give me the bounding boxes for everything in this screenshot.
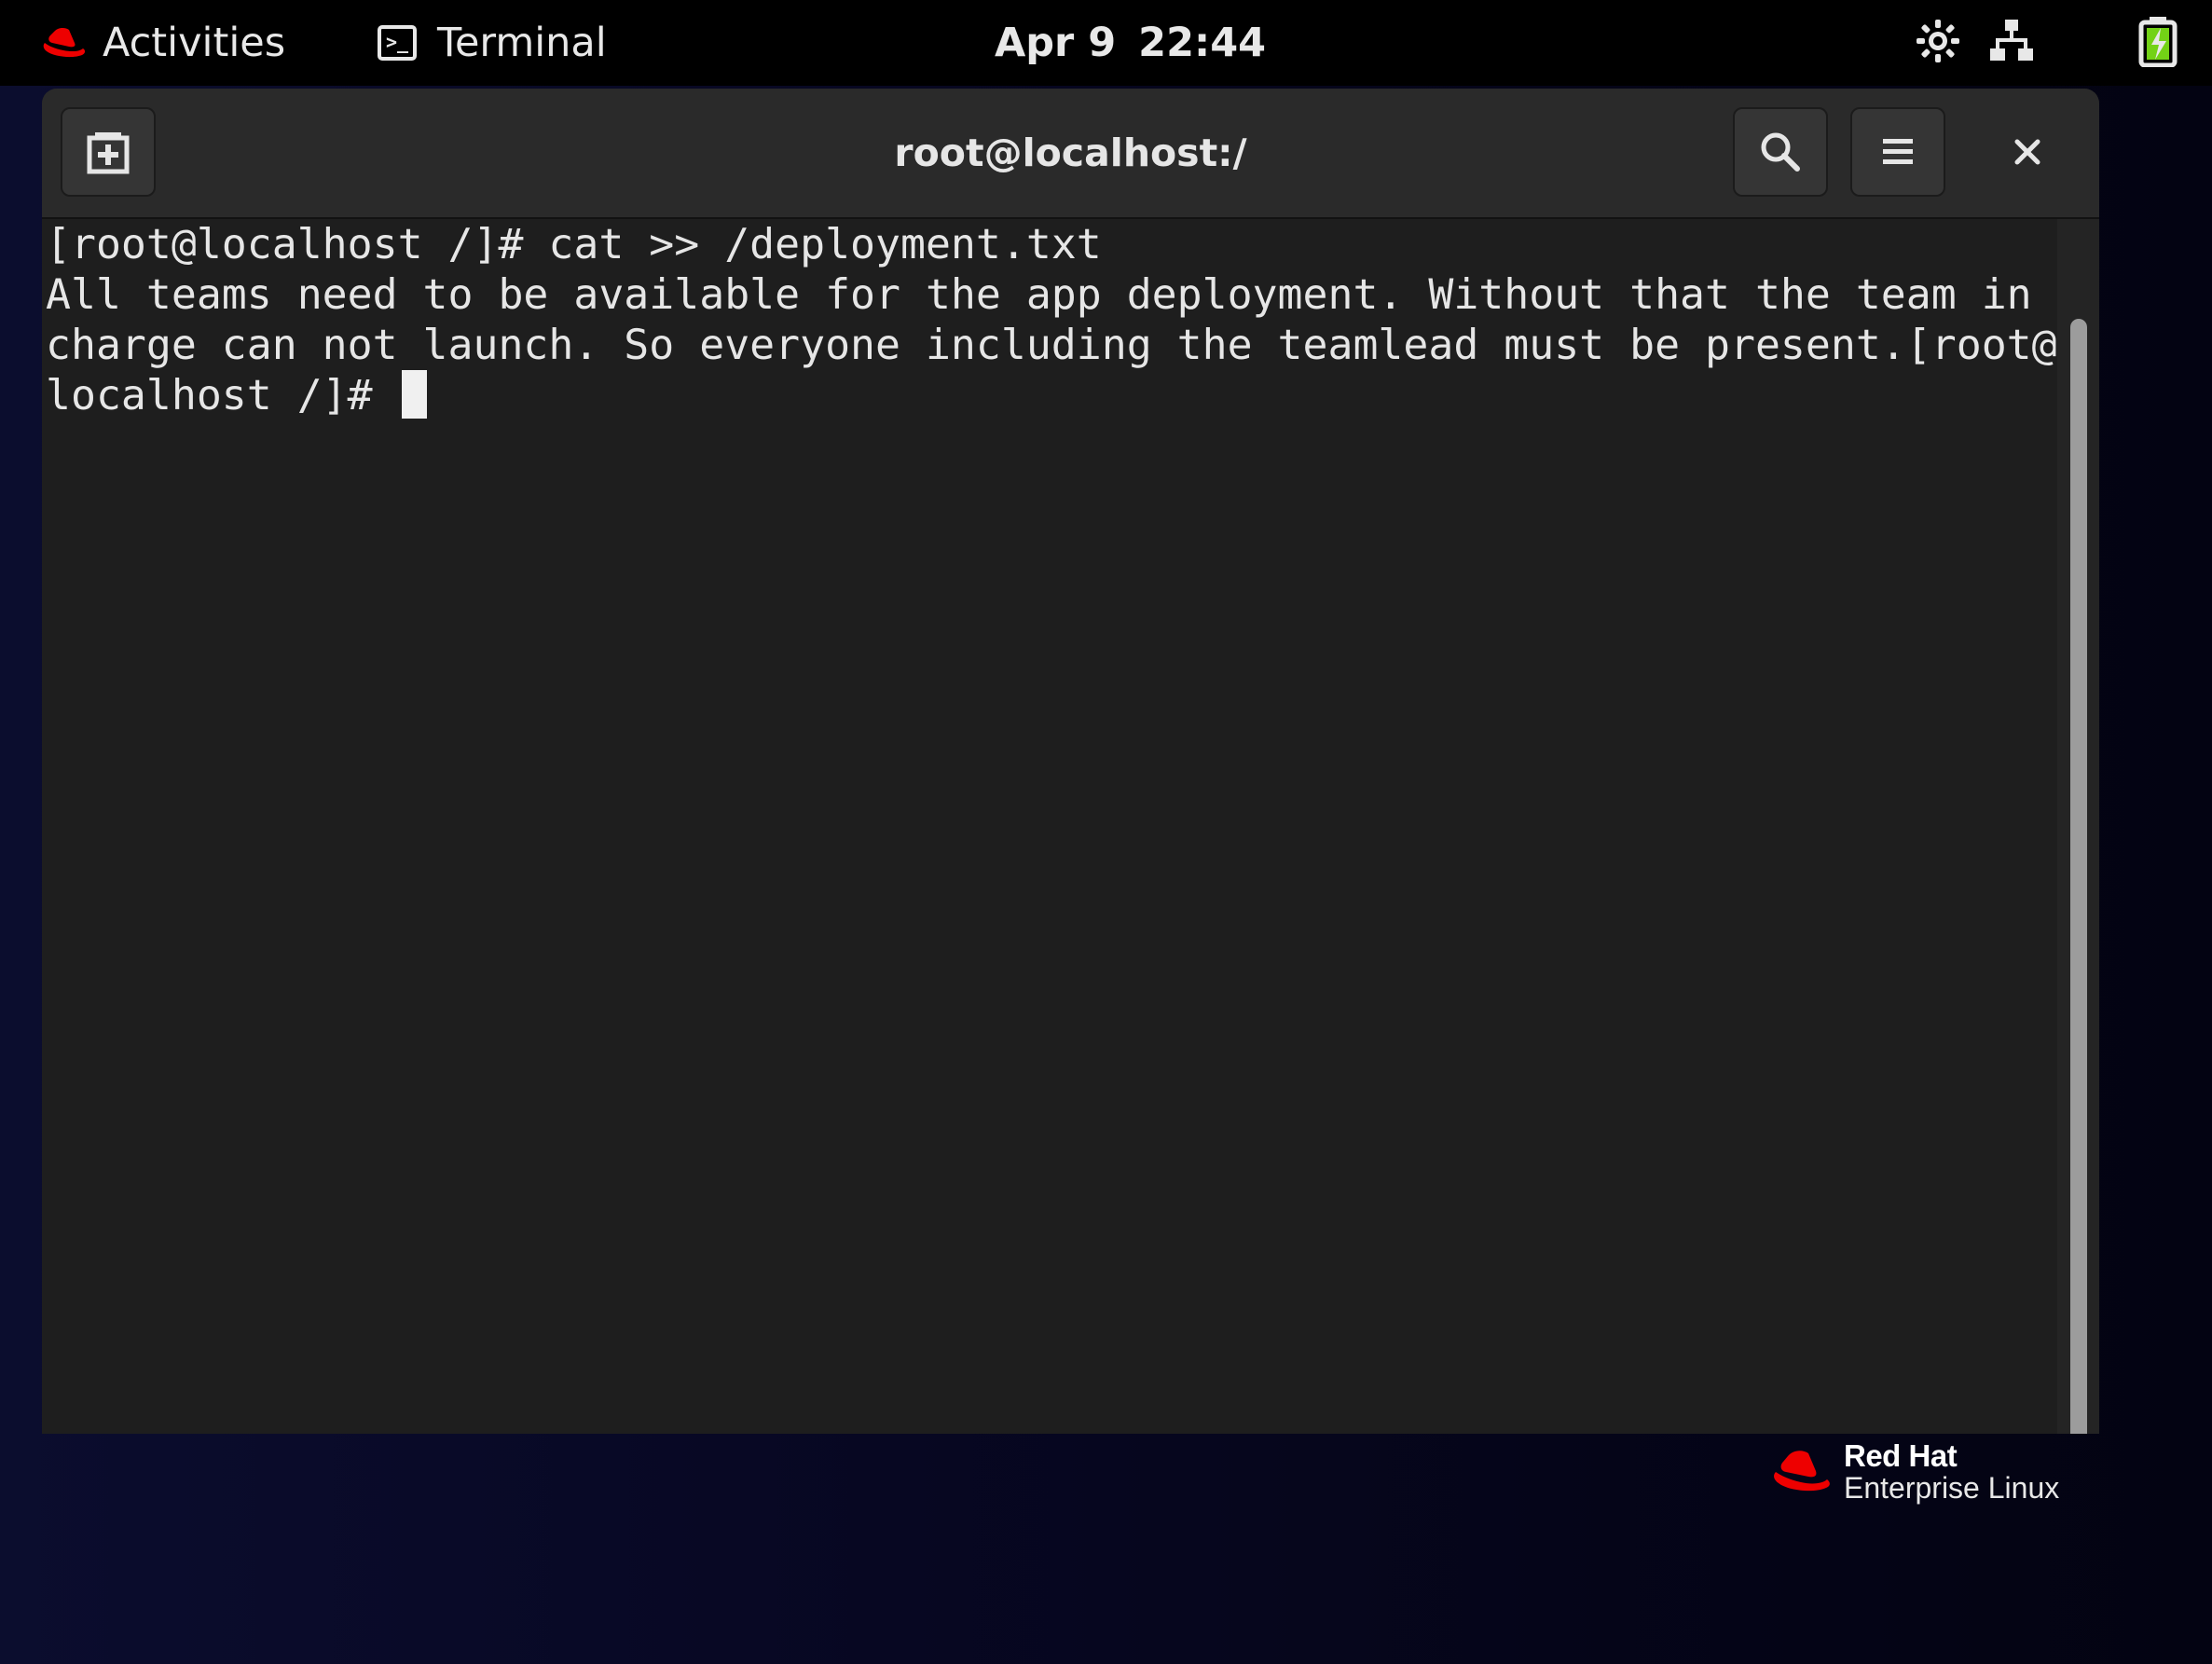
terminal-prompt-line: localhost /]# [46,370,2057,420]
redhat-logo: Red Hat Enterprise Linux [1771,1438,2060,1505]
app-menu-label: Terminal [437,20,607,66]
terminal-text: [root@localhost /]# cat >> /deployment.t… [46,219,2057,420]
terminal-cursor [401,370,427,419]
app-menu-terminal[interactable]: >_ Terminal [378,0,607,86]
redhat-hat-icon [1774,1451,1830,1492]
search-icon [1761,132,1800,172]
terminal-icon: >_ [378,25,417,61]
terminal-line: [root@localhost /]# cat >> /deployment.t… [46,219,1102,268]
terminal-line: All teams need to be available for the a… [46,269,2032,319]
network-icon[interactable] [1988,17,2035,63]
activities-button[interactable]: Activities [41,0,285,86]
activities-label: Activities [103,20,286,66]
new-tab-button[interactable] [61,107,156,197]
clock-time: 22:44 [1138,20,1267,66]
redhat-hat-icon [43,27,86,58]
terminal-scrollbar[interactable] [2057,219,2099,1434]
terminal-line: charge can not launch. So everyone inclu… [46,320,2057,369]
menu-button[interactable] [1850,107,1945,197]
redhat-brand-name: Red Hat [1844,1438,1958,1473]
close-icon [2014,139,2040,165]
top-bar: Activities >_ Terminal Apr 9 22:44 [0,0,2212,86]
search-button[interactable] [1733,107,1828,197]
terminal-prompt: localhost /]# [46,370,398,419]
new-tab-icon [87,132,130,174]
scrollbar-thumb[interactable] [2070,319,2087,1434]
clock-date: Apr 9 [995,20,1117,66]
battery-charging-icon[interactable] [2136,15,2179,67]
terminal-icon-glyph: >_ [386,31,409,53]
window-headerbar[interactable]: root@localhost:/ [42,89,2099,219]
hamburger-menu-icon [1883,139,1913,164]
close-button[interactable] [1981,107,2074,197]
brightness-icon[interactable] [1914,17,1962,65]
redhat-product-name: Enterprise Linux [1844,1470,2060,1505]
clock-button[interactable]: Apr 9 22:44 [995,0,1266,86]
